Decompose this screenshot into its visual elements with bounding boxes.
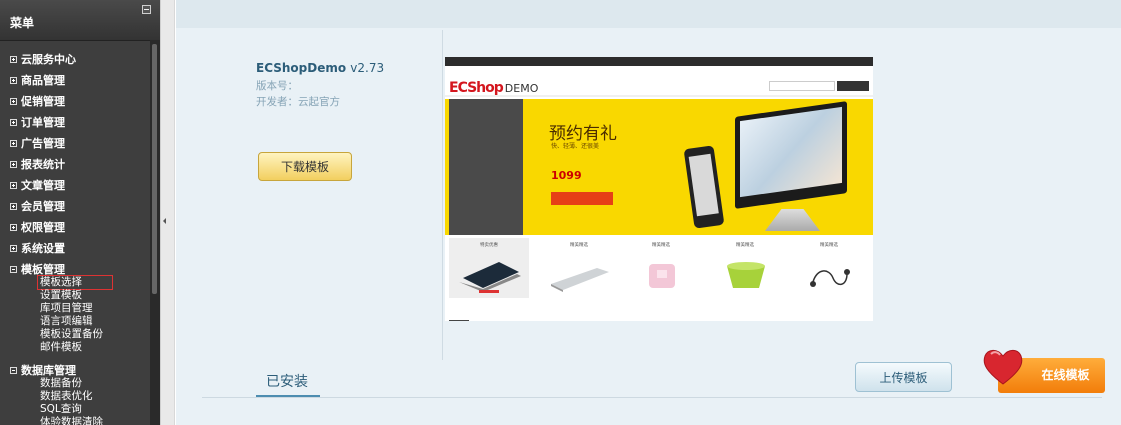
preview-product-basin: 精美精选 (705, 238, 785, 298)
tab-installed[interactable]: 已安装 (266, 371, 308, 391)
menu-goods[interactable]: 商品管理 (10, 72, 150, 90)
heart-icon (983, 349, 1023, 385)
expand-icon (10, 140, 17, 147)
menu-cloud-service[interactable]: 云服务中心 (10, 51, 150, 69)
top-banner (176, 0, 1121, 28)
expand-icon (10, 56, 17, 63)
preview-product-laptop: 特卖优惠 (449, 238, 529, 298)
preview-subline: 快、轻薄、还很美 (551, 143, 600, 150)
preview-price: 1099 (551, 169, 582, 182)
sidebar-item-library[interactable]: 库项目管理 (40, 302, 140, 315)
preview-topbar (445, 57, 873, 66)
preview-search-box (769, 81, 835, 91)
sidebar-item-mail-template[interactable]: 邮件模板 (40, 341, 140, 354)
expand-icon (10, 98, 17, 105)
tab-divider (202, 397, 1102, 398)
sidebar-item-clear-demo[interactable]: 体验数据清除 (40, 416, 140, 425)
menu-ads[interactable]: 广告管理 (10, 135, 150, 153)
expand-icon (10, 77, 17, 84)
expand-icon (10, 224, 17, 231)
collapse-icon (10, 367, 17, 374)
template-developer: 开发者：云起官方 (256, 96, 340, 108)
preview-monitor-image (735, 101, 847, 209)
collapse-icon (10, 266, 17, 273)
template-preview: ECShop DEMO 预约有礼 快、轻薄、还很美 1099 特卖优惠 精美精选 … (445, 57, 873, 321)
sidebar-item-template-backup[interactable]: 模板设置备份 (40, 328, 140, 341)
expand-icon (10, 119, 17, 126)
sidebar-item-set-template[interactable]: 设置模板 (40, 289, 140, 302)
main-content: ECShopDemo v2.73 版本号： 开发者：云起官方 下载模板 ECSh… (176, 0, 1121, 425)
sidebar: 菜单 云服务中心 商品管理 促销管理 订单管理 广告管理 报表统计 文章管理 会… (0, 0, 160, 425)
preview-search-button (837, 81, 869, 91)
collapse-left-icon[interactable] (163, 218, 166, 224)
expand-icon (10, 203, 17, 210)
menu-reports[interactable]: 报表统计 (10, 156, 150, 174)
preview-product-pink: 精美精选 (621, 238, 701, 298)
upload-template-button[interactable]: 上传模板 (855, 362, 952, 392)
preview-footer-line (449, 320, 469, 321)
divider (442, 30, 443, 360)
menu-members[interactable]: 会员管理 (10, 198, 150, 216)
sidebar-item-language[interactable]: 语言项编辑 (40, 315, 140, 328)
menu-promotion[interactable]: 促销管理 (10, 93, 150, 111)
expand-icon (10, 182, 17, 189)
scrollbar-thumb[interactable] (152, 44, 157, 294)
menu-permissions[interactable]: 权限管理 (10, 219, 150, 237)
expand-icon (10, 161, 17, 168)
menu-system-settings[interactable]: 系统设置 (10, 240, 150, 258)
preview-logo: ECShop DEMO (449, 80, 539, 96)
menu-articles[interactable]: 文章管理 (10, 177, 150, 195)
preview-product-macbook: 精美精选 (539, 238, 619, 298)
sidebar-title: 菜单 (10, 16, 35, 30)
sidebar-item-table-optimize[interactable]: 数据表优化 (40, 390, 140, 403)
menu-orders[interactable]: 订单管理 (10, 114, 150, 132)
sidebar-header: 菜单 (0, 0, 160, 41)
template-version-label: 版本号： (256, 80, 298, 92)
sidebar-scrollbar[interactable] (150, 40, 160, 425)
template-name: ECShopDemo v2.73 (256, 61, 385, 75)
expand-icon (10, 245, 17, 252)
download-template-button[interactable]: 下载模板 (258, 152, 352, 181)
preview-buy-button (551, 192, 613, 205)
preview-product-earphones: 精美精选 (789, 238, 869, 298)
sidebar-item-db-backup[interactable]: 数据备份 (40, 377, 140, 390)
preview-nav-line (445, 95, 873, 97)
sidebar-splitter[interactable] (160, 0, 175, 425)
sidebar-item-sql-query[interactable]: SQL查询 (40, 403, 140, 416)
preview-category-menu (449, 99, 523, 235)
collapse-icon[interactable] (142, 5, 151, 14)
sidebar-item-template-select[interactable]: 模板选择 (37, 275, 113, 290)
